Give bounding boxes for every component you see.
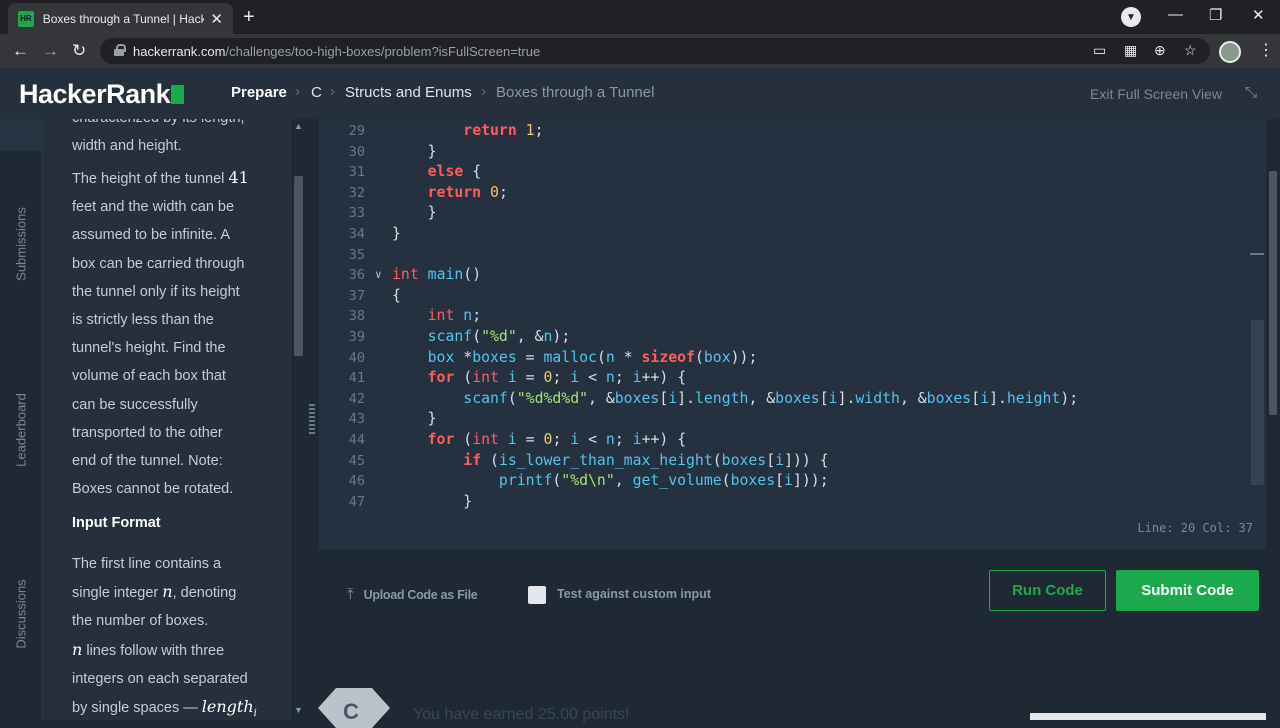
code-line: 39 scanf("%d", &n);	[348, 328, 571, 345]
code-line: 43 }	[348, 410, 437, 428]
scroll-down-icon[interactable]: ▼	[294, 705, 303, 715]
exit-fullscreen-link[interactable]: Exit Full Screen View	[1090, 86, 1222, 102]
back-icon[interactable]: ←	[12, 41, 29, 61]
url-text[interactable]: hackerrank.com/challenges/too-high-boxes…	[133, 44, 540, 59]
code-line: 40 box *boxes = malloc(n * sizeof(box));	[348, 348, 758, 366]
code-line: 47 }	[348, 492, 473, 510]
new-tab-icon[interactable]: +	[243, 7, 255, 27]
browser-toolbar: ← → ↻ hackerrank.com/challenges/too-high…	[0, 34, 1280, 68]
lock-icon	[114, 44, 126, 56]
collapse-icon[interactable]: ⤡	[1245, 84, 1257, 101]
bottom-panel-edge	[1030, 713, 1266, 720]
code-line: 30 }	[348, 142, 437, 160]
editor-status-bar: Line: 20 Col: 37	[319, 512, 1266, 549]
zoom-icon[interactable]: ⊕	[1154, 42, 1166, 59]
tab-discussions[interactable]: Discussions	[14, 579, 29, 648]
tab-submissions[interactable]: Submissions	[14, 207, 29, 281]
problem-scrollbar[interactable]: ▲ ▼	[290, 119, 306, 720]
scrollbar-thumb[interactable]	[294, 176, 303, 356]
window-close-icon[interactable]: ✕	[1252, 6, 1265, 24]
upload-icon: ⤒	[347, 586, 354, 603]
active-tab-highlight	[0, 119, 42, 151]
code-line: 34}	[348, 225, 401, 242]
editor-scrollbar[interactable]	[1266, 119, 1280, 512]
site-header: HackerRank Prepare › C › Structs and Enu…	[0, 68, 1280, 119]
browser-menu-icon[interactable]: ⋮	[1258, 40, 1274, 60]
code-line: 37{	[348, 286, 401, 304]
code-line: 41 for (int i = 0; i < n; i++) {	[348, 369, 687, 387]
bookmark-star-icon[interactable]: ☆	[1184, 42, 1197, 59]
address-bar[interactable]: hackerrank.com/challenges/too-high-boxes…	[100, 38, 1210, 64]
cast-icon[interactable]: ▭	[1093, 42, 1106, 59]
tab-search-icon[interactable]: ▼	[1121, 7, 1141, 27]
code-line: 42 scanf("%d%d%d", &boxes[i].length, &bo…	[348, 389, 1079, 407]
scroll-up-icon[interactable]: ▲	[294, 121, 303, 131]
logo-block-icon	[171, 85, 185, 104]
tab-title: Boxes through a Tunnel | HackerRank	[42, 11, 205, 26]
problem-paragraph: The height of the tunnel 41 feet and the…	[72, 168, 249, 498]
problem-paragraph: characterized by its length, width and h…	[72, 119, 244, 155]
tab-leaderboard[interactable]: Leaderboard	[14, 393, 29, 467]
editor-overview-ruler	[1251, 320, 1264, 485]
problem-statement: characterized by its length, width and h…	[42, 119, 290, 720]
qr-code-icon[interactable]: ▦	[1124, 42, 1137, 59]
code-editor[interactable]: 29 return 1; 30 } 31 else { 32 return 0;…	[319, 119, 1266, 512]
editor-cursor-marker	[1250, 253, 1264, 255]
reload-icon[interactable]: ↻	[72, 41, 86, 61]
input-format-text: The first line contains a single integer…	[72, 556, 257, 719]
run-code-button[interactable]: Run Code	[989, 570, 1106, 611]
forward-icon[interactable]: →	[42, 41, 59, 61]
code-line: 35	[348, 246, 365, 263]
code-line: 32 return 0;	[348, 183, 508, 201]
earned-points-text: You have earned 25.00 points!	[413, 706, 630, 723]
breadcrumb-prepare[interactable]: Prepare	[231, 84, 287, 101]
hackerrank-favicon-icon: HR	[18, 10, 34, 27]
tab-close-icon[interactable]: ✕	[210, 10, 223, 28]
code-line: 44 for (int i = 0; i < n; i++) {	[348, 431, 687, 448]
vertical-tab-rail: Submissions Leaderboard Discussions	[0, 119, 42, 720]
chevron-right-icon: ›	[295, 83, 300, 100]
minimize-icon[interactable]: —	[1168, 6, 1183, 23]
code-line: 38 int n;	[348, 307, 482, 325]
code-line: 45 if (is_lower_than_max_height(boxes[i]…	[348, 451, 829, 469]
code-line: 36 ∨ int main()	[319, 265, 1266, 286]
hackerrank-logo[interactable]: HackerRank	[19, 79, 185, 110]
badge-letter: C	[343, 699, 359, 724]
breadcrumb-c[interactable]: C	[311, 84, 322, 101]
chevron-right-icon: ›	[330, 83, 335, 100]
browser-tab-bar: HR Boxes through a Tunnel | HackerRank ✕…	[0, 0, 1280, 34]
restore-icon[interactable]: ❐	[1209, 6, 1222, 24]
browser-tab[interactable]: HR Boxes through a Tunnel | HackerRank ✕	[8, 3, 233, 34]
code-line: 31 else {	[348, 163, 482, 181]
custom-input-label[interactable]: Test against custom input	[557, 587, 711, 601]
custom-input-checkbox[interactable]	[528, 586, 546, 604]
scrollbar-thumb[interactable]	[1269, 171, 1277, 415]
chevron-right-icon: ›	[481, 83, 486, 100]
code-line: 29 return 1;	[348, 122, 544, 139]
breadcrumb-current: Boxes through a Tunnel	[496, 84, 655, 101]
profile-avatar[interactable]	[1219, 41, 1241, 63]
code-line: 33 }	[348, 204, 437, 222]
submit-code-button[interactable]: Submit Code	[1116, 570, 1259, 611]
fold-chevron-icon[interactable]: ∨	[375, 265, 382, 286]
cursor-position: Line: 20 Col: 37	[1137, 521, 1253, 535]
code-line: 46 printf("%d\n", get_volume(boxes[i]));	[348, 472, 829, 490]
resize-handle[interactable]	[309, 404, 315, 436]
breadcrumb-structs-enums[interactable]: Structs and Enums	[345, 84, 472, 101]
upload-code-button[interactable]: ⤒ Upload Code as File	[347, 586, 478, 603]
input-format-heading: Input Format	[72, 515, 161, 531]
